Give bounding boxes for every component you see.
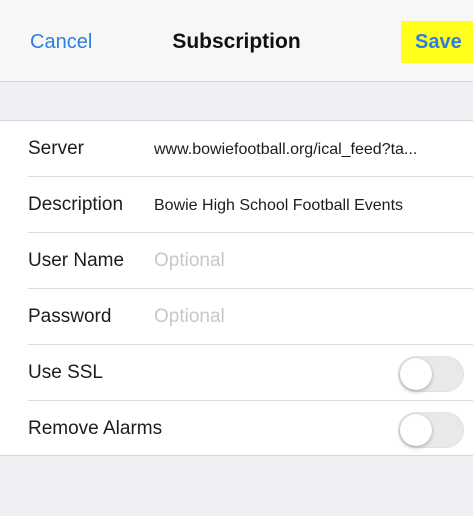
user-name-label: User Name — [28, 250, 125, 271]
description-row[interactable]: Description Bowie High School Football E… — [0, 177, 473, 233]
navigation-bar: Cancel Subscription Save — [0, 0, 473, 82]
remove-alarms-toggle[interactable] — [398, 412, 464, 448]
description-label: Description — [28, 194, 124, 215]
toggle-knob — [400, 358, 432, 390]
use-ssl-label: Use SSL — [28, 362, 103, 383]
save-button[interactable]: Save — [401, 21, 473, 63]
password-row[interactable]: Password — [0, 289, 473, 345]
user-name-field[interactable] — [154, 247, 454, 275]
remove-alarms-label: Remove Alarms — [28, 418, 163, 439]
password-field[interactable] — [154, 303, 454, 331]
use-ssl-toggle[interactable] — [398, 356, 464, 392]
section-spacer-bottom — [0, 456, 473, 516]
password-label: Password — [28, 306, 112, 327]
user-name-row[interactable]: User Name — [0, 233, 473, 289]
use-ssl-row: Use SSL — [0, 345, 473, 401]
section-spacer — [0, 82, 473, 120]
description-field[interactable]: Bowie High School Football Events — [154, 196, 460, 216]
server-field[interactable]: www.bowiefootball.org/ical_feed?ta... — [154, 140, 460, 160]
server-label: Server — [28, 138, 84, 159]
subscription-form: Server www.bowiefootball.org/ical_feed?t… — [0, 120, 473, 456]
toggle-knob — [400, 414, 432, 446]
remove-alarms-row: Remove Alarms — [0, 401, 473, 457]
server-row[interactable]: Server www.bowiefootball.org/ical_feed?t… — [0, 121, 473, 177]
